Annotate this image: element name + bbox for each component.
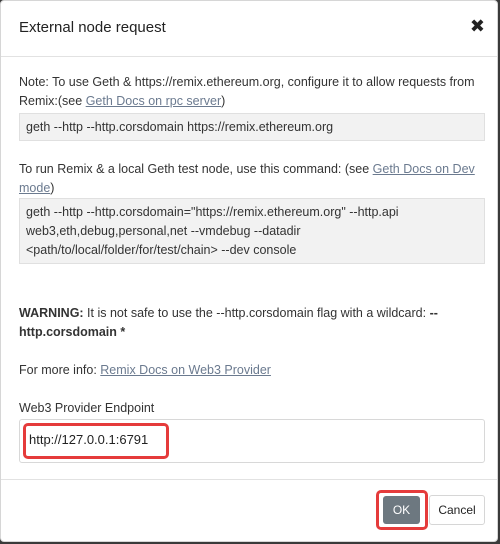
remix-docs-web3-provider-link[interactable]: Remix Docs on Web3 Provider	[100, 363, 271, 377]
more-info-text: For more info:	[19, 363, 101, 377]
geth-command-text: geth --http --http.corsdomain https://re…	[26, 120, 334, 134]
geth-docs-rpc-link[interactable]: Geth Docs on rpc server	[86, 94, 221, 108]
geth-config-note: Note: To use Geth & https://remix.ethere…	[19, 73, 481, 111]
dev-mode-text: To run Remix & a local Geth test node, u…	[19, 162, 373, 176]
geth-command-box: geth --http --http.corsdomain https://re…	[19, 113, 485, 141]
dialog-title: External node request	[19, 19, 166, 36]
dialog-header: External node request ✖	[1, 1, 497, 57]
dev-command-line-2: web3,eth,debug,personal,net --vmdebug --…	[26, 224, 301, 238]
endpoint-label: Web3 Provider Endpoint	[19, 401, 155, 415]
cancel-button[interactable]: Cancel	[429, 495, 485, 525]
close-icon[interactable]: ✖	[470, 17, 485, 35]
more-info: For more info: Remix Docs on Web3 Provid…	[19, 361, 481, 380]
corsdomain-warning: WARNING: It is not safe to use the --htt…	[19, 304, 481, 342]
note-suffix: )	[221, 94, 226, 108]
dev-command-box: geth --http --http.corsdomain="https://r…	[19, 198, 485, 264]
external-node-request-dialog: External node request ✖ Note: To use Get…	[0, 0, 498, 542]
warning-label: WARNING:	[19, 306, 84, 320]
warning-text: It is not safe to use the --http.corsdom…	[83, 306, 430, 320]
dev-mode-note: To run Remix & a local Geth test node, u…	[19, 160, 481, 198]
dev-mode-suffix: )	[50, 181, 55, 195]
endpoint-value: http://127.0.0.1:6791	[29, 432, 149, 447]
ok-button[interactable]: OK	[383, 496, 420, 524]
dev-command-line-1: geth --http --http.corsdomain="https://r…	[26, 205, 399, 219]
dev-command-line-3: <path/to/local/folder/for/test/chain> --…	[26, 243, 297, 257]
